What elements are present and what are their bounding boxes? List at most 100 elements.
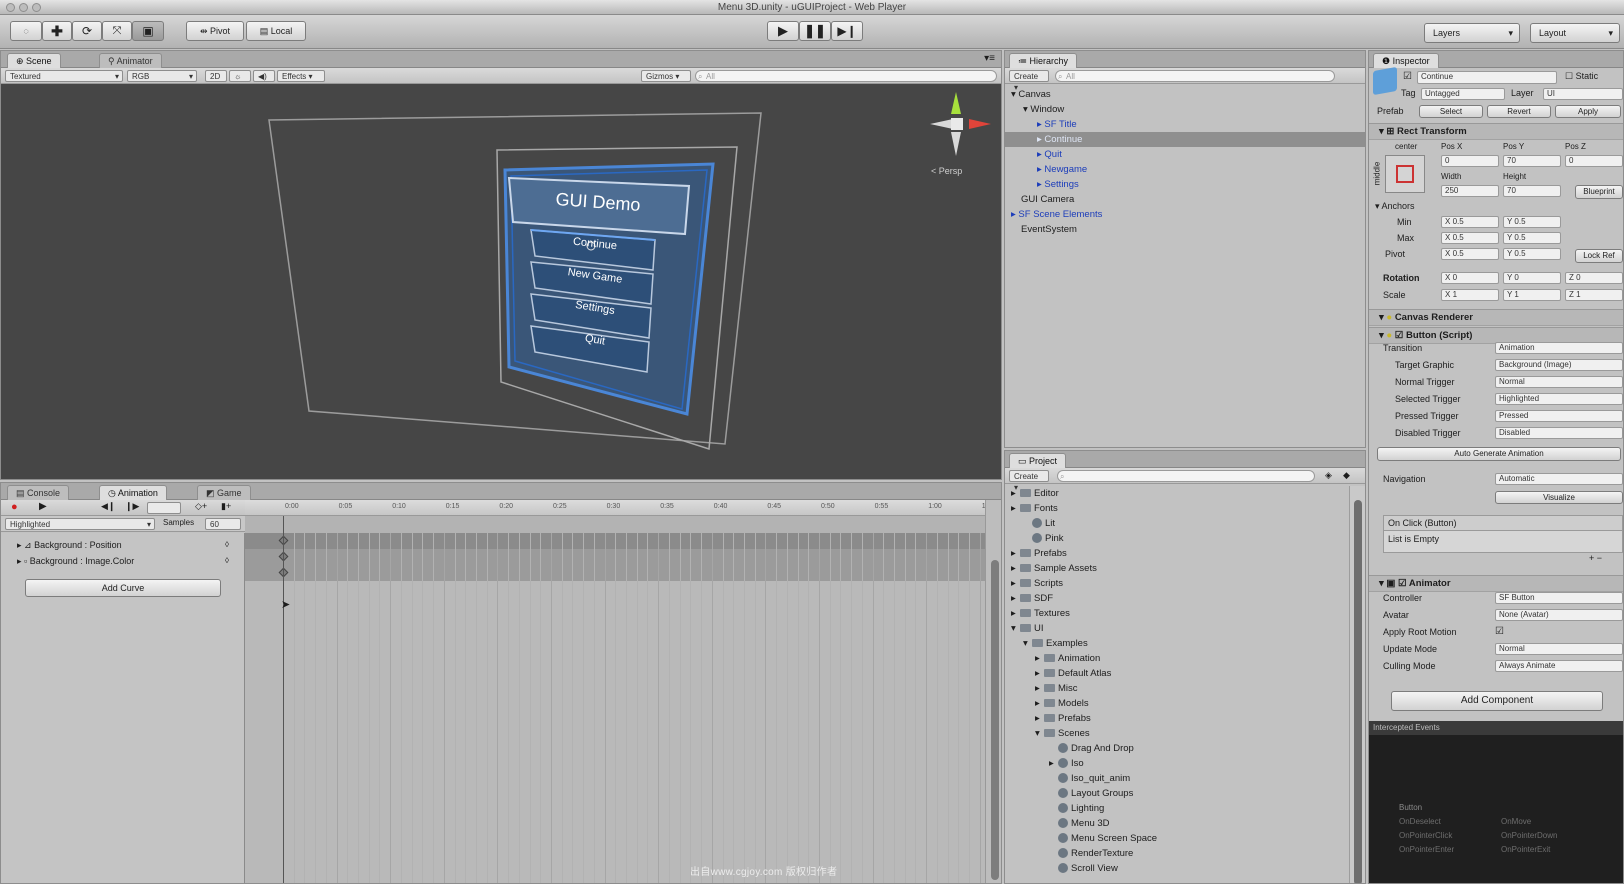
- hierarchy-item-sf-scene-elements[interactable]: ▸ SF Scene Elements: [1005, 207, 1365, 222]
- tab-animation[interactable]: ◷ Animation: [99, 485, 167, 500]
- chevron-icon[interactable]: ▸: [1011, 501, 1020, 516]
- project-create-dropdown[interactable]: Create ▾: [1009, 470, 1049, 492]
- hierarchy-item-gui-camera[interactable]: GUI Camera: [1005, 192, 1365, 207]
- anchor-preset-button[interactable]: [1385, 155, 1425, 193]
- hand-tool-button[interactable]: ◌: [10, 21, 42, 41]
- project-item[interactable]: Iso_quit_anim: [1005, 771, 1345, 786]
- active-checkbox[interactable]: ☑: [1403, 71, 1412, 82]
- hierarchy-item-window[interactable]: ▾ Window: [1005, 102, 1365, 117]
- pivot-toggle[interactable]: ⇹ Pivot: [186, 21, 244, 41]
- effects-dropdown[interactable]: Effects ▾: [277, 70, 325, 82]
- tab-game[interactable]: ◩ Game: [197, 485, 251, 500]
- layers-dropdown[interactable]: Layers ▾: [1424, 23, 1520, 43]
- project-item[interactable]: Pink: [1005, 531, 1345, 546]
- pivot-x-field[interactable]: X 0.5: [1441, 248, 1499, 260]
- zoom-window-button[interactable]: [32, 3, 41, 12]
- animator-field-value[interactable]: Normal: [1495, 643, 1623, 655]
- property-row-position[interactable]: ▸ ⊿ Background : Position: [17, 540, 122, 551]
- hierarchy-item-quit[interactable]: ▸ Quit: [1005, 147, 1365, 162]
- audio-toggle[interactable]: ◀): [253, 70, 275, 82]
- blueprint-button[interactable]: Blueprint: [1575, 185, 1623, 199]
- pos-y-field[interactable]: 70: [1503, 155, 1561, 167]
- auto-generate-animation-button[interactable]: Auto Generate Animation: [1377, 447, 1621, 461]
- anchor-min-x-field[interactable]: X 0.5: [1441, 216, 1499, 228]
- scene-search-input[interactable]: ⌕ All: [695, 70, 997, 82]
- project-item[interactable]: ▸ SDF: [1005, 591, 1345, 606]
- chevron-icon[interactable]: ▾: [1035, 726, 1044, 741]
- add-keyframe-icon[interactable]: ◇+: [195, 501, 207, 512]
- anchor-max-y-field[interactable]: Y 0.5: [1503, 232, 1561, 244]
- hierarchy-item-newgame[interactable]: ▸ Newgame: [1005, 162, 1365, 177]
- chevron-icon[interactable]: ▸: [1035, 711, 1044, 726]
- button-field-value[interactable]: Disabled: [1495, 427, 1623, 439]
- tab-console[interactable]: ▤ Console: [7, 485, 70, 500]
- layer-dropdown[interactable]: UI: [1543, 88, 1623, 100]
- time-ruler[interactable]: 0:00 0:05 0:10 0:15 0:20 0:25 0:30 0:35 0:40 0:45…: [245, 500, 995, 516]
- project-item[interactable]: Layout Groups: [1005, 786, 1345, 801]
- next-key-icon[interactable]: ❙▶: [125, 501, 139, 512]
- animator-field-value[interactable]: Always Animate: [1495, 660, 1623, 672]
- button-field-value[interactable]: Pressed: [1495, 410, 1623, 422]
- button-field-value[interactable]: Background (Image): [1495, 359, 1623, 371]
- samples-input[interactable]: 60: [205, 518, 241, 530]
- chevron-icon[interactable]: ▾: [1011, 621, 1020, 636]
- tab-hierarchy[interactable]: ≔ Hierarchy: [1009, 53, 1078, 68]
- scrollbar-thumb[interactable]: [1354, 500, 1362, 883]
- width-field[interactable]: 250: [1441, 185, 1499, 197]
- prefab-select-button[interactable]: Select: [1419, 105, 1483, 118]
- tab-inspector[interactable]: ❶ Inspector: [1373, 53, 1439, 68]
- project-item[interactable]: ▾ Examples: [1005, 636, 1345, 651]
- project-item[interactable]: ▸ Editor: [1005, 486, 1345, 501]
- clip-dropdown[interactable]: Highlighted ▾: [5, 518, 155, 530]
- pos-z-field[interactable]: 0: [1565, 155, 1623, 167]
- project-item[interactable]: ▸ Prefabs: [1005, 711, 1345, 726]
- scale-z-field[interactable]: Z 1: [1565, 289, 1623, 301]
- animator-field-value[interactable]: SF Button: [1495, 592, 1623, 604]
- rotate-tool-button[interactable]: ⟳: [72, 21, 102, 41]
- project-scrollbar[interactable]: [1349, 486, 1365, 883]
- frame-input[interactable]: [147, 502, 181, 514]
- chevron-icon[interactable]: ▾: [1023, 636, 1032, 651]
- chevron-icon[interactable]: ▸: [1011, 546, 1020, 561]
- record-icon[interactable]: ●: [11, 501, 18, 513]
- project-item[interactable]: Drag And Drop: [1005, 741, 1345, 756]
- chevron-icon[interactable]: ▸: [1011, 591, 1020, 606]
- hierarchy-item-continue[interactable]: ▸ Continue: [1005, 132, 1365, 147]
- pause-button[interactable]: ❚❚: [799, 21, 831, 41]
- scene-viewport[interactable]: GUI Demo Continue New Game Settings Quit…: [1, 84, 1001, 479]
- visualize-button[interactable]: Visualize: [1495, 491, 1623, 504]
- project-item[interactable]: ▸ Default Atlas: [1005, 666, 1345, 681]
- dopesheet-scrollbar[interactable]: [985, 500, 1001, 883]
- minimize-window-button[interactable]: [19, 3, 28, 12]
- hierarchy-search-input[interactable]: ⌕ All: [1055, 70, 1335, 82]
- add-event-icon[interactable]: + −: [1589, 553, 1602, 563]
- lighting-toggle[interactable]: ☼: [229, 70, 251, 82]
- animator-field-value[interactable]: None (Avatar): [1495, 609, 1623, 621]
- navigation-dropdown[interactable]: Automatic: [1495, 473, 1623, 485]
- 2d-toggle[interactable]: 2D: [205, 70, 227, 82]
- chevron-icon[interactable]: ▸: [1049, 756, 1058, 771]
- rotation-y-field[interactable]: Y 0: [1503, 272, 1561, 284]
- anchors-foldout[interactable]: ▾ Anchors: [1375, 201, 1415, 212]
- anchor-max-x-field[interactable]: X 0.5: [1441, 232, 1499, 244]
- property-menu-icon[interactable]: ◊: [225, 540, 229, 549]
- project-item[interactable]: ▸ Misc: [1005, 681, 1345, 696]
- chevron-icon[interactable]: ▸: [1011, 576, 1020, 591]
- project-item[interactable]: ▾ UI: [1005, 621, 1345, 636]
- project-item[interactable]: ▸ Iso: [1005, 756, 1345, 771]
- canvas-renderer-header[interactable]: ▾ ● Canvas Renderer: [1369, 309, 1623, 326]
- tab-scene[interactable]: ⊕ Scene: [7, 53, 61, 68]
- lock-ref-button[interactable]: Lock Ref: [1575, 249, 1623, 263]
- add-event-icon[interactable]: ▮+: [221, 501, 231, 512]
- local-toggle[interactable]: ▤ Local: [246, 21, 306, 41]
- rect-transform-header[interactable]: ▾ ⊞ Rect Transform: [1369, 123, 1623, 140]
- chevron-icon[interactable]: ▸: [1035, 696, 1044, 711]
- scale-y-field[interactable]: Y 1: [1503, 289, 1561, 301]
- hierarchy-item-canvas[interactable]: ▾ Canvas: [1005, 87, 1365, 102]
- prev-key-icon[interactable]: ◀❙: [101, 501, 115, 512]
- apply-root-motion-checkbox[interactable]: ☑: [1495, 626, 1504, 637]
- anchor-min-y-field[interactable]: Y 0.5: [1503, 216, 1561, 228]
- scale-tool-button[interactable]: ⤧: [102, 21, 132, 41]
- hierarchy-item-sf-title[interactable]: ▸ SF Title: [1005, 117, 1365, 132]
- project-item[interactable]: Scroll View: [1005, 861, 1345, 876]
